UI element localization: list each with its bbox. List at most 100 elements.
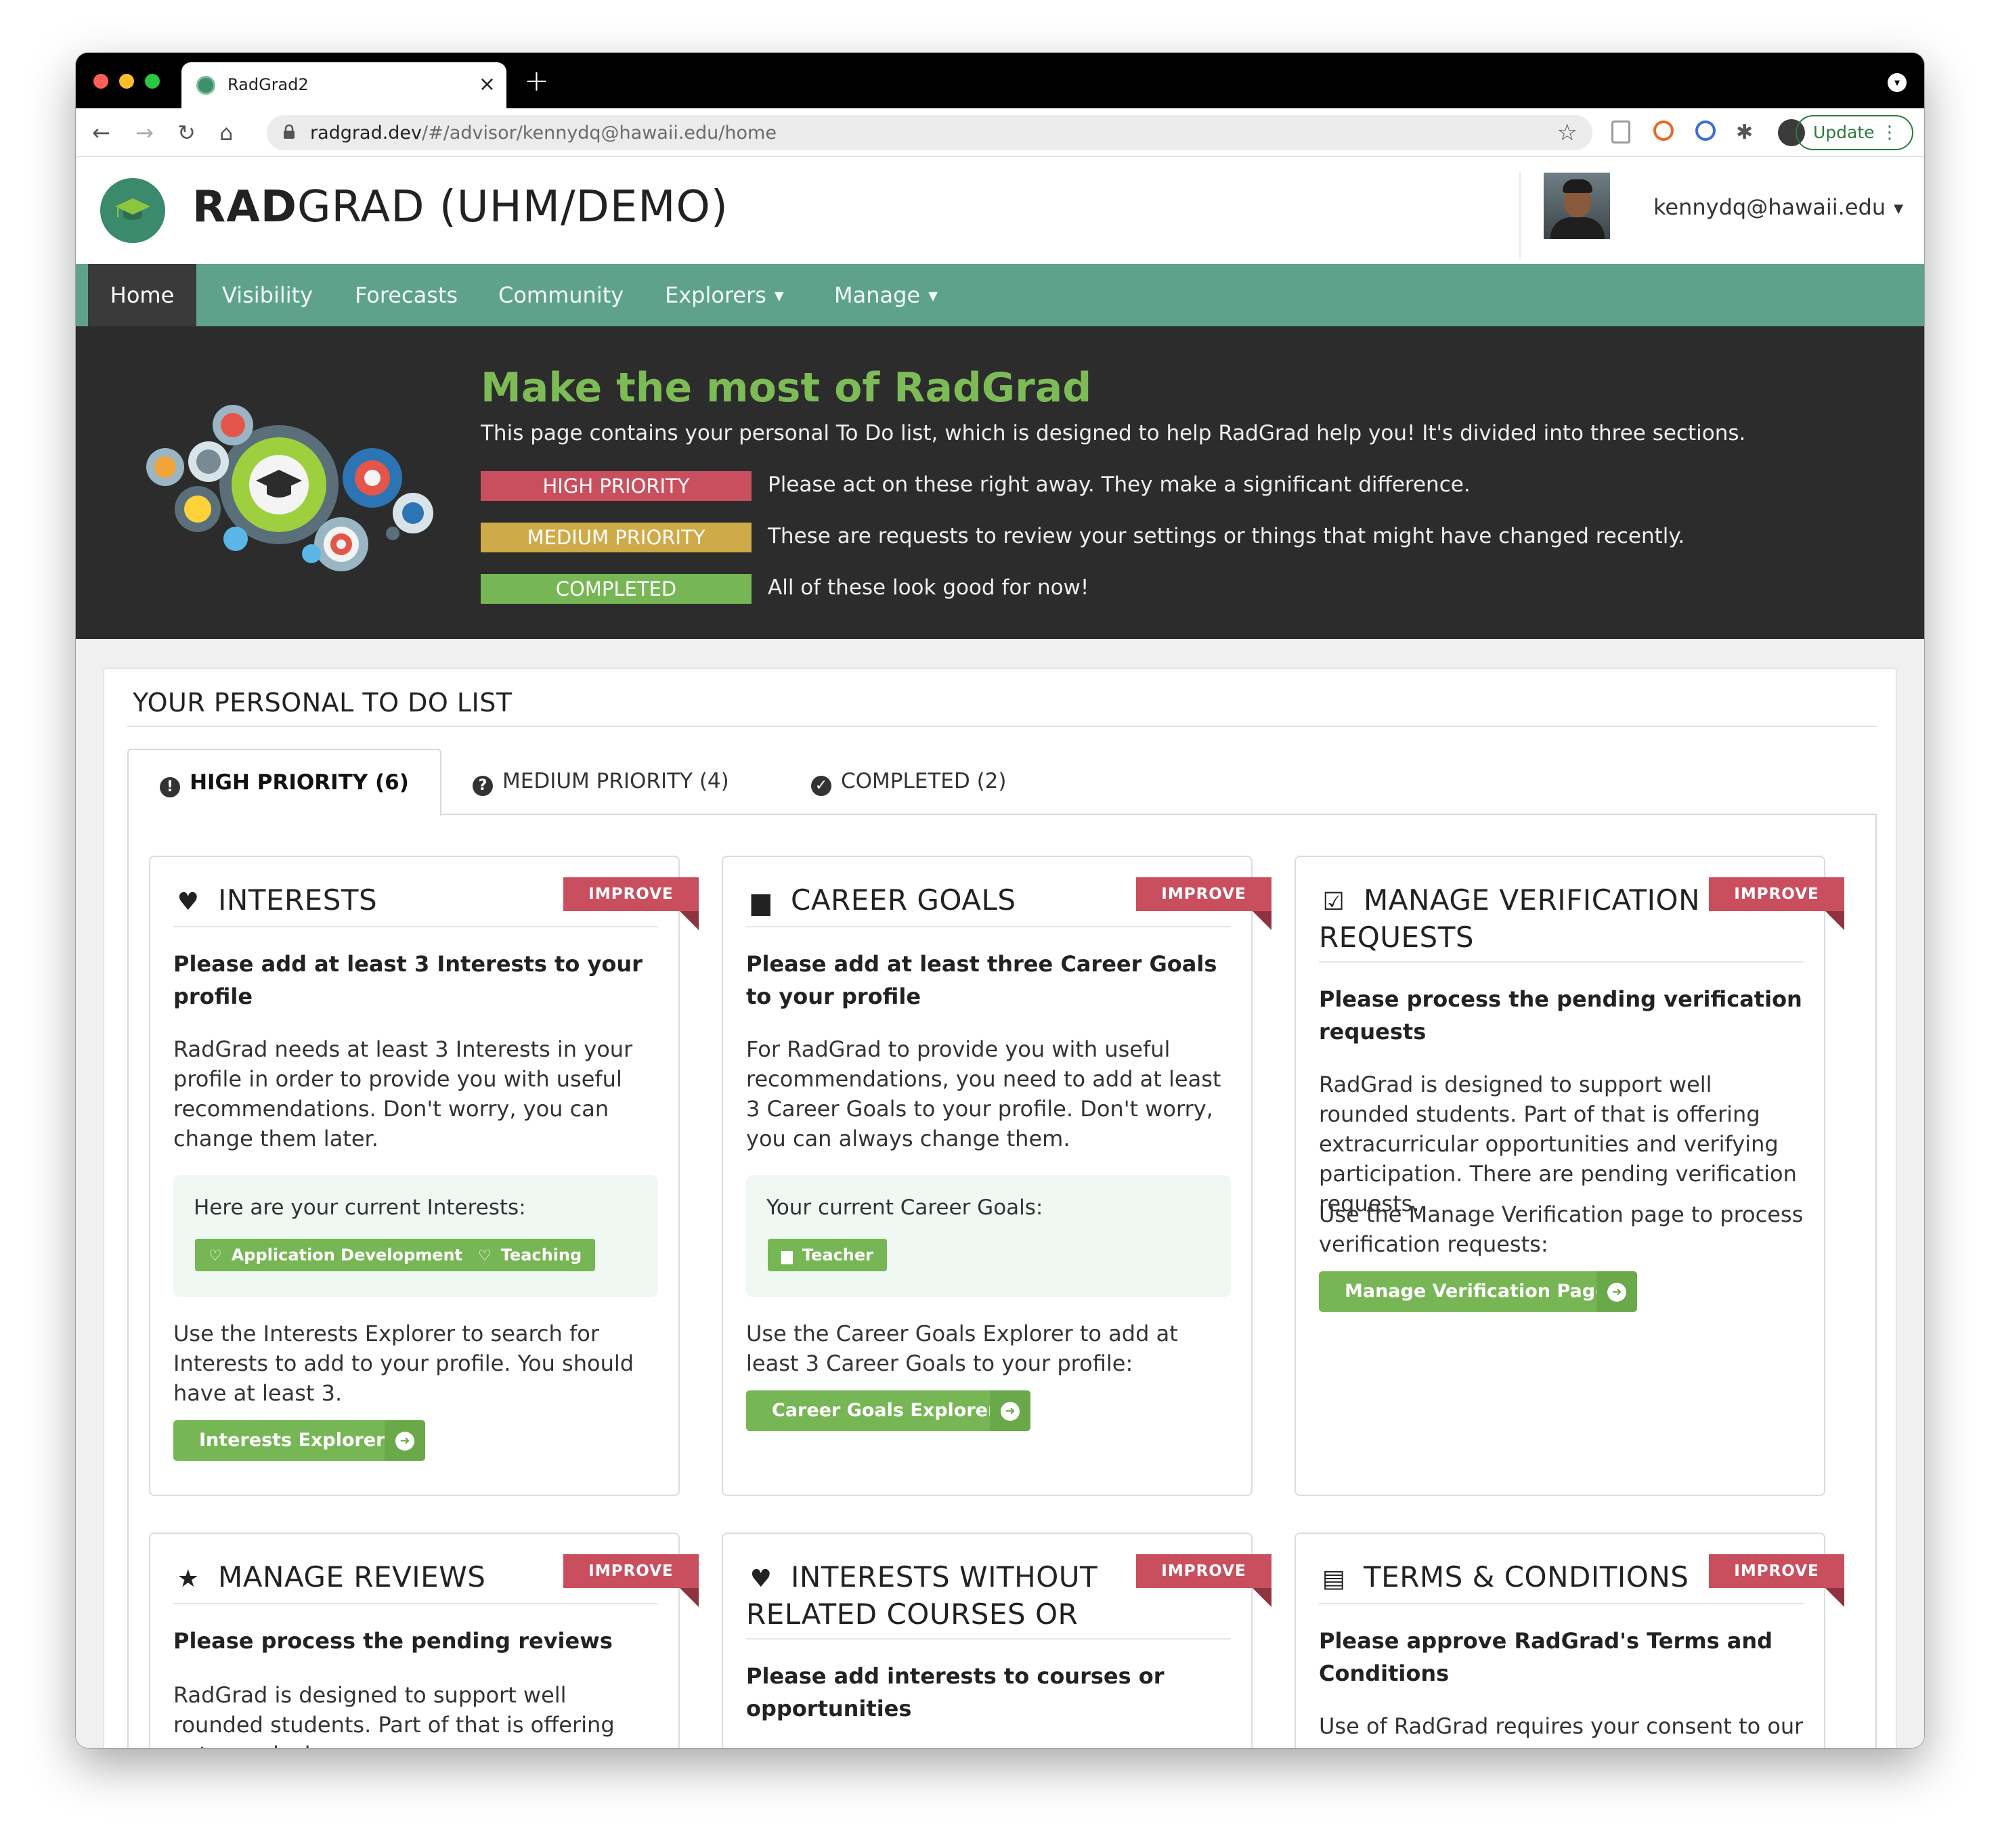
card-description: RadGrad needs at least 3 Interests in yo…	[173, 1036, 633, 1151]
tab-high-priority[interactable]: ! HIGH PRIORITY (6)	[127, 749, 441, 816]
main-nav: Home Visibility Forecasts Community Expl…	[76, 264, 1924, 326]
card-footer-text: Use the Interests Explorer to search for…	[173, 1321, 634, 1406]
improve-ribbon: IMPROVE	[1136, 1554, 1271, 1588]
extensions-puzzle-icon[interactable]: ✱	[1736, 119, 1753, 146]
star-half-icon: ★	[177, 1565, 200, 1593]
career-goals-explorer-button[interactable]: Career Goals Explorer ➜	[746, 1390, 1030, 1431]
todo-card-terms-conditions: ▤ TERMS & CONDITIONS IMPROVE Please appro…	[1295, 1533, 1844, 1748]
check-square-icon: ☑	[1322, 888, 1345, 916]
todo-tab-content: ♥ INTERESTS IMPROVE Please add at least 3…	[127, 815, 1877, 1748]
nav-visibility[interactable]: Visibility	[222, 264, 313, 326]
card-subtitle: Please add at least 3 Interests to your …	[173, 951, 643, 1009]
app-brand[interactable]: RADGRAD (UHM/DEMO)	[192, 182, 729, 232]
graduation-cap-icon	[115, 198, 150, 220]
interest-chip[interactable]: ♡ Application Development	[195, 1239, 477, 1271]
divider	[173, 926, 658, 927]
improve-ribbon: IMPROVE	[1136, 877, 1271, 911]
chevron-down-icon: ▼	[928, 289, 938, 303]
user-avatar	[1544, 173, 1610, 239]
tab-completed[interactable]: ✓ COMPLETED (2)	[811, 749, 1007, 815]
briefcase-icon: ▆	[751, 888, 771, 916]
password-extension-icon[interactable]	[1695, 120, 1716, 141]
interest-chip[interactable]: ♡ Teaching	[464, 1239, 596, 1271]
todo-card-interests-without-related: ♥INTERESTS WITHOUT RELATED COURSES OR OP…	[722, 1533, 1271, 1748]
user-menu-dropdown[interactable]: kennydq@hawaii.edu ▼	[1653, 194, 1903, 220]
address-bar[interactable]: radgrad.dev/#/advisor/kennydq@hawaii.edu…	[267, 115, 1592, 150]
card-subtitle: Please approve RadGrad's Terms and Condi…	[1319, 1628, 1773, 1686]
radgrad-favicon-icon	[196, 76, 215, 95]
reload-icon[interactable]: ↻	[177, 119, 196, 146]
card-description: For RadGrad to provide you with useful r…	[746, 1036, 1221, 1151]
question-circle-icon: ?	[473, 776, 493, 796]
divider	[746, 1638, 1231, 1640]
arrow-right-circle-icon: ➜	[1596, 1271, 1637, 1312]
legend-medium-text: These are requests to review your settin…	[768, 524, 1685, 548]
banner-subtitle: This page contains your personal To Do l…	[481, 421, 1746, 445]
gears-illustration	[146, 405, 433, 571]
chevron-down-icon: ▼	[774, 289, 784, 303]
todo-card-manage-reviews: ★ MANAGE REVIEWS IMPROVE Please process t…	[149, 1533, 699, 1748]
heart-icon: ♥	[177, 888, 200, 916]
forward-icon[interactable]: →	[135, 119, 154, 146]
card-description: RadGrad is designed to support well roun…	[1319, 1072, 1797, 1216]
interests-explorer-button[interactable]: Interests Explorer ➜	[173, 1420, 425, 1461]
todo-card-verification-requests: ☑ MANAGE VERIFICATION REQUESTS IMPROVE Pl…	[1295, 856, 1844, 1496]
card-footer-text: Use the Career Goals Explorer to add at …	[746, 1321, 1178, 1376]
legend-high-priority: HIGH PRIORITY	[481, 471, 752, 501]
update-button[interactable]: Update ⋮	[1796, 115, 1913, 150]
radgrad-logo[interactable]	[100, 178, 165, 243]
minimize-window-button[interactable]	[119, 74, 134, 89]
card-title: ♥INTERESTS WITHOUT RELATED COURSES OR OP…	[746, 1560, 1098, 1634]
todo-card-career-goals: ▆ CAREER GOALS IMPROVE Please add at leas…	[722, 856, 1271, 1496]
legend-medium-priority: MEDIUM PRIORITY	[481, 523, 752, 552]
todo-title: YOUR PERSONAL TO DO LIST	[133, 688, 513, 718]
legend-high-text: Please act on these right away. They mak…	[768, 472, 1471, 497]
improve-ribbon: IMPROVE	[1709, 1554, 1844, 1588]
url-text: radgrad.dev/#/advisor/kennydq@hawaii.edu…	[310, 123, 777, 144]
nav-manage[interactable]: Manage ▼	[834, 264, 938, 326]
bookmark-star-icon[interactable]: ☆	[1557, 119, 1578, 146]
todo-tabs: ! HIGH PRIORITY (6) ? MEDIUM PRIORITY (4) …	[127, 749, 1877, 816]
exclamation-circle-icon: !	[160, 777, 181, 797]
card-description: RadGrad is designed to support well roun…	[173, 1682, 615, 1748]
tab-title: RadGrad2	[227, 75, 309, 94]
nav-community[interactable]: Community	[498, 264, 624, 326]
app-header: RADGRAD (UHM/DEMO) kennydq@hawaii.edu ▼	[76, 158, 1924, 264]
page-extension-icon[interactable]	[1611, 120, 1630, 144]
new-tab-button[interactable]: +	[524, 62, 549, 100]
divider	[746, 926, 1231, 927]
improve-ribbon: IMPROVE	[1709, 877, 1844, 911]
card-subtitle: Please process the pending verification …	[1319, 986, 1802, 1044]
tab-search-icon[interactable]: ▾	[1888, 73, 1907, 92]
heart-outline-icon: ♡	[209, 1248, 222, 1264]
current-interests-label: Here are your current Interests:	[194, 1195, 526, 1220]
back-icon[interactable]: ←	[92, 119, 110, 146]
tab-medium-priority[interactable]: ? MEDIUM PRIORITY (4)	[473, 749, 729, 815]
divider	[127, 726, 1877, 727]
card-subtitle: Please process the pending reviews	[173, 1628, 613, 1654]
content-area: YOUR PERSONAL TO DO LIST ! HIGH PRIORITY …	[76, 639, 1924, 1748]
improve-ribbon: IMPROVE	[563, 877, 699, 911]
lock-icon	[284, 125, 295, 139]
close-window-button[interactable]	[93, 74, 108, 89]
nav-home[interactable]: Home	[88, 264, 196, 326]
home-icon[interactable]: ⌂	[219, 119, 233, 146]
honey-extension-icon[interactable]	[1653, 120, 1674, 141]
current-career-goals-label: Your current Career Goals:	[766, 1195, 1043, 1220]
chevron-down-icon: ▼	[1894, 201, 1903, 216]
heart-outline-icon: ♡	[478, 1248, 492, 1264]
close-tab-icon[interactable]: ×	[479, 71, 496, 98]
browser-tab[interactable]: RadGrad2 ×	[181, 62, 506, 108]
career-goal-chip[interactable]: ▆ Teacher	[768, 1239, 888, 1271]
todo-panel: YOUR PERSONAL TO DO LIST ! HIGH PRIORITY …	[103, 667, 1897, 1748]
card-description: Use of RadGrad requires your consent to …	[1319, 1713, 1804, 1739]
nav-forecasts[interactable]: Forecasts	[355, 264, 458, 326]
card-subtitle: Please add interests to courses or oppor…	[746, 1663, 1165, 1721]
browser-toolbar: ← → ↻ ⌂ radgrad.dev/#/advisor/kennydq@ha…	[76, 108, 1924, 157]
nav-explorers[interactable]: Explorers ▼	[665, 264, 784, 326]
maximize-window-button[interactable]	[145, 74, 160, 89]
todo-card-interests: ♥ INTERESTS IMPROVE Please add at least 3…	[149, 856, 699, 1496]
manage-verification-page-button[interactable]: Manage Verification Page ➜	[1319, 1271, 1637, 1312]
check-circle-icon: ✓	[811, 776, 831, 796]
current-interests-box: Here are your current Interests: ♡ Applic…	[173, 1175, 658, 1297]
